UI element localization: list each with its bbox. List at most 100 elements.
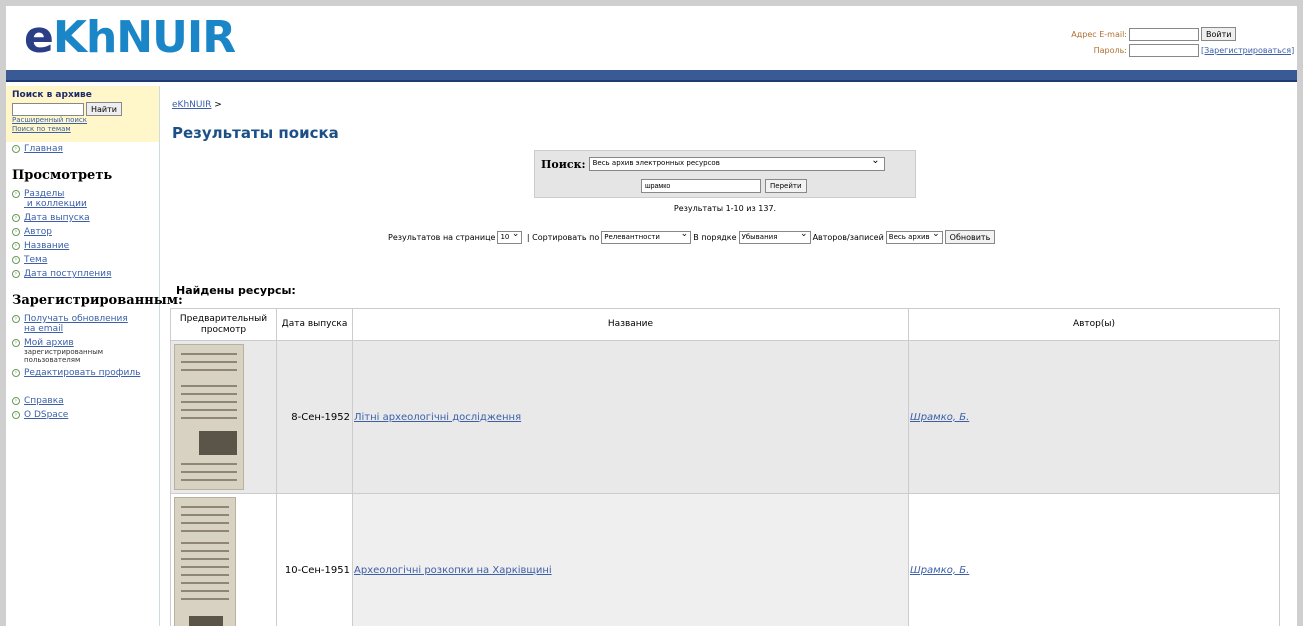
arrow-bullet-icon: › bbox=[12, 190, 20, 198]
sort-select[interactable]: Релевантности bbox=[601, 229, 692, 244]
arrow-bullet-icon: › bbox=[12, 270, 20, 278]
arrow-bullet-icon: › bbox=[12, 145, 20, 153]
login-form: Адрес E-mail: Войти Пароль: [Зарегистрир… bbox=[1067, 26, 1297, 58]
results-table: Предварительный просмотр Дата выпуска На… bbox=[170, 308, 1280, 626]
preview-thumbnail[interactable] bbox=[174, 344, 244, 490]
breadcrumb: eKhNUIR > bbox=[172, 100, 222, 110]
sidebar-item-label[interactable]: Автор bbox=[24, 227, 52, 237]
sidebar-item-label[interactable]: Дата выпуска bbox=[24, 213, 90, 223]
search-query-input[interactable] bbox=[641, 179, 761, 193]
header-bar bbox=[6, 70, 1297, 82]
arrow-bullet-icon: › bbox=[12, 242, 20, 250]
password-label: Пароль: bbox=[1093, 45, 1127, 55]
results-count: Результаты 1-10 из 137. bbox=[673, 204, 777, 213]
per-page-select[interactable]: 10 bbox=[497, 229, 523, 244]
password-field[interactable] bbox=[1129, 43, 1199, 57]
title-cell: Літні археологічні дослідження bbox=[352, 340, 909, 494]
col-preview-header: Предварительный просмотр bbox=[170, 308, 277, 341]
header: eKhNUIR Адрес E-mail: Войти Пароль: [Зар… bbox=[6, 6, 1297, 70]
preview-cell bbox=[170, 493, 277, 626]
table-header-row: Предварительный просмотр Дата выпуска На… bbox=[170, 308, 1280, 341]
sidebar-item-edit-profile[interactable]: › Редактировать профиль bbox=[6, 366, 159, 380]
login-button[interactable]: Войти bbox=[1201, 27, 1237, 41]
col-title-header: Название bbox=[352, 308, 909, 341]
sidebar-item-label[interactable]: Получать обновления на email bbox=[24, 314, 128, 334]
register-link[interactable]: [Зарегистрироваться] bbox=[1201, 46, 1294, 55]
sidebar-item-collections[interactable]: › Разделы и коллекции bbox=[6, 187, 159, 211]
found-heading: Найдены ресурсы: bbox=[176, 284, 296, 297]
sidebar-item-note: зарегистрированным пользователям bbox=[24, 348, 104, 364]
site-logo[interactable]: eKhNUIR bbox=[24, 12, 236, 64]
result-title-link[interactable]: Археологічні розкопки на Харківщині bbox=[354, 565, 552, 576]
sidebar: Поиск в архиве Найти Расширенный поиск П… bbox=[6, 86, 183, 626]
preview-cell bbox=[170, 340, 277, 494]
sidebar-item-label[interactable]: Мой архив bbox=[24, 338, 74, 348]
update-button[interactable]: Обновить bbox=[944, 230, 996, 244]
sidebar-search-title: Поиск в архиве bbox=[12, 90, 92, 100]
col-authors-header: Автор(ы) bbox=[908, 308, 1280, 341]
sidebar-item-label[interactable]: Название bbox=[24, 241, 69, 251]
sidebar-item-home[interactable]: › Главная bbox=[6, 142, 159, 156]
arrow-bullet-icon: › bbox=[12, 411, 20, 419]
sidebar-item-label[interactable]: Тема bbox=[24, 255, 47, 265]
registered-heading: Зарегистрированным: bbox=[12, 293, 183, 308]
page: eKhNUIR Адрес E-mail: Войти Пароль: [Зар… bbox=[6, 6, 1297, 626]
sidebar-search-button[interactable]: Найти bbox=[86, 102, 122, 116]
result-author-link[interactable]: Шрамко, Б. bbox=[910, 565, 969, 576]
authors-label: Авторов/записей bbox=[812, 232, 884, 242]
title-cell: Археологічні розкопки на Харківщині bbox=[352, 493, 909, 626]
newspaper-photo-icon bbox=[189, 616, 223, 626]
sidebar-nav: › Главная Просмотреть › Разделы и коллек… bbox=[6, 142, 183, 422]
sidebar-item-label[interactable]: Справка bbox=[24, 396, 64, 406]
sidebar-search-box: Поиск в архиве Найти Расширенный поиск П… bbox=[6, 86, 159, 142]
sidebar-item-label[interactable]: Главная bbox=[24, 144, 63, 154]
sidebar-item-subject[interactable]: › Тема bbox=[6, 253, 159, 267]
sidebar-item-label[interactable]: Дата поступления bbox=[24, 269, 111, 279]
author-cell: Шрамко, Б. bbox=[908, 340, 1280, 494]
order-select[interactable]: Убывания bbox=[738, 229, 811, 244]
sidebar-item-label[interactable]: Редактировать профиль bbox=[24, 368, 140, 378]
sidebar-item-title[interactable]: › Название bbox=[6, 239, 159, 253]
arrow-bullet-icon: › bbox=[12, 256, 20, 264]
search-label: Поиск: bbox=[541, 157, 586, 171]
sort-label: Сортировать по bbox=[532, 232, 600, 242]
author-cell: Шрамко, Б. bbox=[908, 493, 1280, 626]
go-button[interactable]: Перейти bbox=[765, 179, 807, 193]
page-title: Результаты поиска bbox=[172, 124, 339, 142]
authors-select[interactable]: Весь архив bbox=[885, 229, 943, 244]
logo-part-2: KhNUIR bbox=[52, 12, 236, 63]
sidebar-item-date[interactable]: › Дата выпуска bbox=[6, 211, 159, 225]
sidebar-item-about[interactable]: › О DSpace bbox=[6, 408, 159, 422]
order-label: В порядке bbox=[693, 232, 737, 242]
arrow-bullet-icon: › bbox=[12, 397, 20, 405]
sidebar-item-email-updates[interactable]: › Получать обновления на email bbox=[6, 312, 159, 336]
result-author-link[interactable]: Шрамко, Б. bbox=[910, 412, 969, 423]
sidebar-item-author[interactable]: › Автор bbox=[6, 225, 159, 239]
email-field[interactable] bbox=[1129, 27, 1199, 41]
advanced-search-link[interactable]: Расширенный поиск bbox=[12, 116, 155, 125]
arrow-bullet-icon: › bbox=[12, 339, 20, 347]
search-by-topic-link[interactable]: Поиск по темам bbox=[12, 125, 155, 134]
sidebar-item-date-accessioned[interactable]: › Дата поступления bbox=[6, 267, 159, 281]
arrow-bullet-icon: › bbox=[12, 228, 20, 236]
sidebar-item-label[interactable]: О DSpace bbox=[24, 410, 68, 420]
logo-part-1: e bbox=[24, 12, 54, 63]
result-title-link[interactable]: Літні археологічні дослідження bbox=[354, 412, 521, 423]
search-scope-select[interactable]: Весь архив электронных ресурсов bbox=[588, 155, 885, 171]
sidebar-item-help[interactable]: › Справка bbox=[6, 394, 159, 408]
col-date-header: Дата выпуска bbox=[276, 308, 353, 341]
sidebar-item-label[interactable]: Разделы и коллекции bbox=[24, 189, 87, 209]
per-page-label: Результатов на странице bbox=[388, 232, 496, 242]
sidebar-search-input[interactable] bbox=[12, 102, 84, 116]
arrow-bullet-icon: › bbox=[12, 214, 20, 222]
main-content: eKhNUIR > Результаты поиска Поиск: Весь … bbox=[170, 86, 1290, 626]
breadcrumb-home-link[interactable]: eKhNUIR bbox=[172, 100, 211, 110]
search-box: Поиск: Весь архив электронных ресурсов П… bbox=[534, 150, 916, 198]
email-label: Адрес E-mail: bbox=[1071, 29, 1127, 39]
sidebar-item-my-archive[interactable]: › Мой архив зарегистрированным пользоват… bbox=[6, 336, 159, 366]
newspaper-photo-icon bbox=[199, 431, 237, 455]
browse-heading: Просмотреть bbox=[12, 168, 113, 183]
date-cell: 8-Сен-1952 bbox=[276, 340, 353, 494]
preview-thumbnail[interactable] bbox=[174, 497, 236, 626]
arrow-bullet-icon: › bbox=[12, 315, 20, 323]
